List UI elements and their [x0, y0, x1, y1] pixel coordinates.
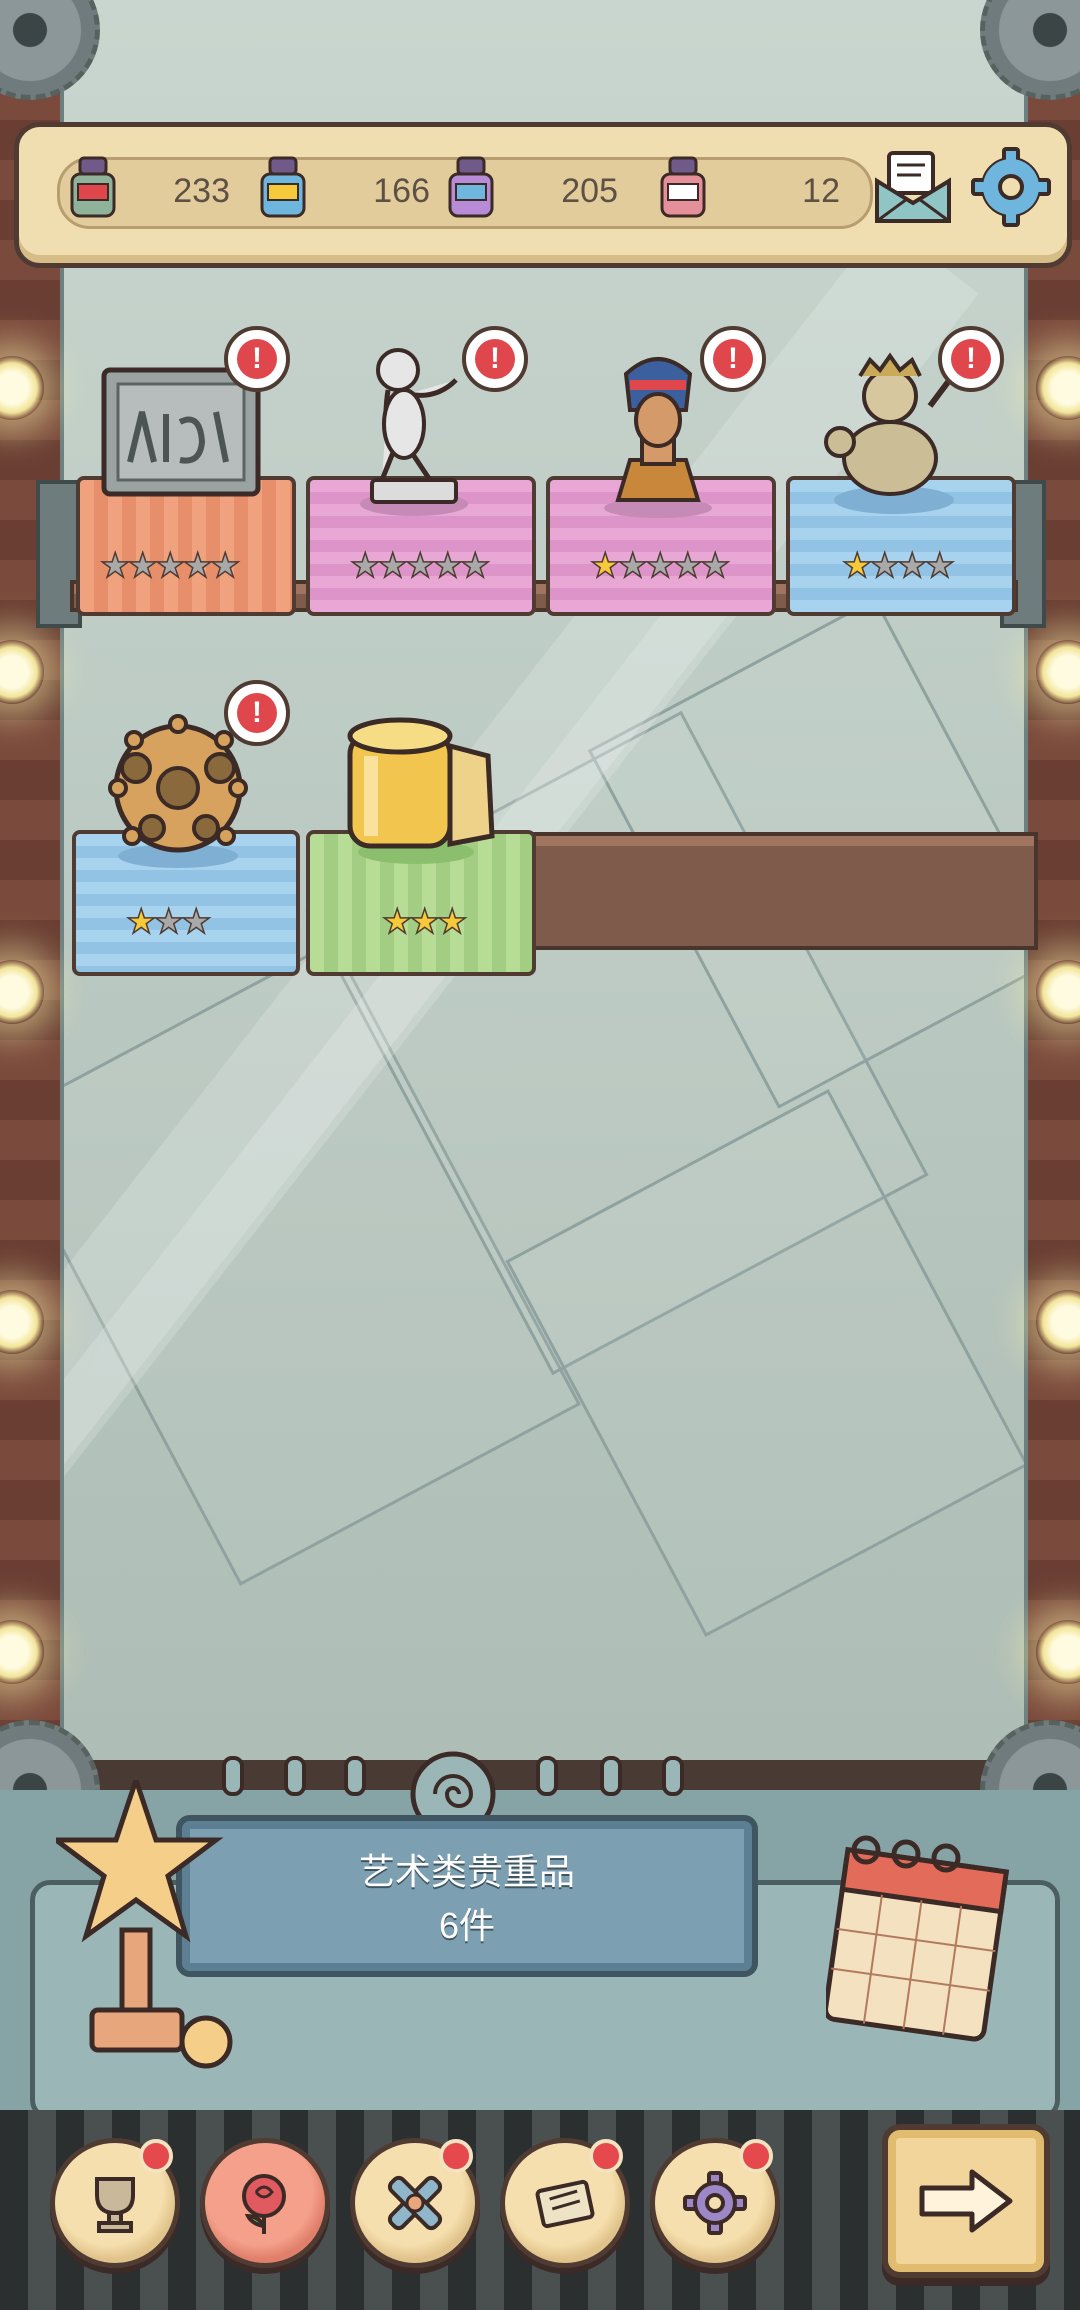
ink-bottle-icon	[260, 156, 306, 218]
star-empty-icon: ★	[349, 546, 381, 586]
star-rating: ★★★	[381, 902, 468, 942]
rose-icon	[242, 2174, 286, 2234]
exclamation-icon: !	[951, 339, 991, 379]
mail-icon[interactable]	[871, 145, 955, 229]
nav-scroll-button[interactable]	[500, 2138, 630, 2268]
nav-cross-button[interactable]	[350, 2138, 480, 2268]
settings-gear-icon[interactable]	[969, 145, 1053, 229]
calendar-icon[interactable]	[826, 1830, 1016, 2050]
new-alert-badge[interactable]: !	[700, 326, 766, 392]
new-alert-badge[interactable]: !	[224, 680, 290, 746]
exclamation-icon: !	[475, 339, 515, 379]
ink-count-blue: 233	[173, 172, 230, 210]
star-empty-icon: ★	[209, 546, 241, 586]
top-resource-bar: 233 166 205 12	[14, 122, 1072, 268]
star-rating: ★★★★★	[99, 546, 241, 586]
star-empty-icon: ★	[377, 546, 409, 586]
ink-bottle-icon	[70, 156, 116, 218]
star-empty-icon: ★	[699, 546, 731, 586]
star-rating: ★★★★★	[589, 546, 731, 586]
cross-icon	[387, 2175, 443, 2231]
star-filled-icon: ★	[436, 902, 468, 942]
nav-rose-button[interactable]	[200, 2138, 330, 2268]
ink-counter-strip: 233 166 205 12	[57, 156, 873, 229]
new-alert-badge[interactable]: !	[224, 326, 290, 392]
arrow-right-icon	[919, 2169, 1013, 2233]
ink-count-purple: 166	[373, 172, 430, 210]
star-filled-icon: ★	[125, 902, 157, 942]
new-alert-badge[interactable]: !	[938, 326, 1004, 392]
ink-count-red: 12	[802, 172, 840, 210]
ink-bottle-icon	[660, 156, 706, 218]
star-filled-icon: ★	[589, 546, 621, 586]
star-rating: ★★★	[125, 902, 212, 942]
star-filled-icon: ★	[409, 902, 441, 942]
star-empty-icon: ★	[127, 546, 159, 586]
star-empty-icon: ★	[869, 546, 901, 586]
notification-dot	[589, 2139, 623, 2173]
exclamation-icon: !	[713, 339, 753, 379]
star-empty-icon: ★	[617, 546, 649, 586]
panel-knobs	[222, 1751, 684, 1818]
star-empty-icon: ★	[644, 546, 676, 586]
trophy-icon	[95, 2177, 135, 2233]
nav-trophy-button[interactable]	[50, 2138, 180, 2268]
trophy-star-icon[interactable]	[56, 1780, 256, 2070]
star-empty-icon: ★	[404, 546, 436, 586]
star-rating: ★★★★	[841, 546, 956, 586]
exclamation-icon: !	[237, 339, 277, 379]
star-empty-icon: ★	[432, 546, 464, 586]
shelf-lower	[530, 832, 1038, 950]
star-empty-icon: ★	[896, 546, 928, 586]
nav-gear-button[interactable]	[650, 2138, 780, 2268]
new-alert-badge[interactable]: !	[462, 326, 528, 392]
exclamation-icon: !	[237, 693, 277, 733]
ink-bottle-icon	[448, 156, 494, 218]
scroll-icon	[535, 2179, 595, 2229]
star-empty-icon: ★	[99, 546, 131, 586]
star-filled-icon: ★	[381, 902, 413, 942]
notification-dot	[439, 2139, 473, 2173]
star-empty-icon: ★	[180, 902, 212, 942]
next-arrow-button[interactable]	[882, 2124, 1050, 2278]
gear-icon	[683, 2171, 747, 2235]
star-rating: ★★★★★	[349, 546, 491, 586]
golden-scroll-exhibit[interactable]	[336, 716, 506, 866]
notification-dot	[739, 2139, 773, 2173]
star-empty-icon: ★	[153, 902, 185, 942]
star-empty-icon: ★	[154, 546, 186, 586]
collection-count: 6件	[438, 1905, 496, 1946]
ink-count-pink: 205	[561, 172, 618, 210]
collection-sign: 艺术类贵重品 6件	[176, 1815, 758, 1977]
star-empty-icon: ★	[459, 546, 491, 586]
star-empty-icon: ★	[182, 546, 214, 586]
notification-dot	[139, 2139, 173, 2173]
star-filled-icon: ★	[841, 546, 873, 586]
star-empty-icon: ★	[672, 546, 704, 586]
star-empty-icon: ★	[924, 546, 956, 586]
collection-title: 艺术类贵重品	[358, 1851, 575, 1892]
